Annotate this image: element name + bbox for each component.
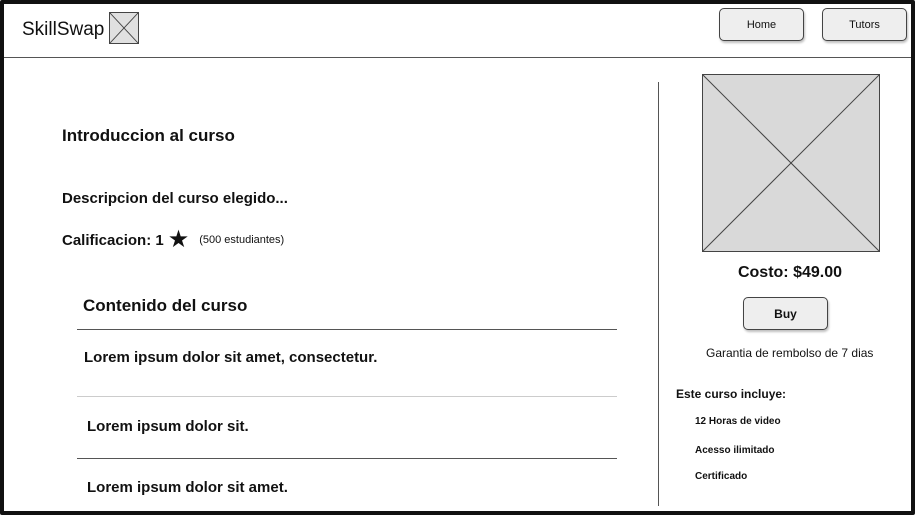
lesson-item[interactable]: Lorem ipsum dolor sit.: [87, 418, 249, 435]
include-item: Acesso ilimitado: [695, 445, 775, 456]
lesson-item[interactable]: Lorem ipsum dolor sit amet.: [87, 479, 288, 496]
buy-button[interactable]: Buy: [743, 297, 828, 330]
top-navbar: SkillSwap Home Tutors: [4, 4, 911, 58]
rating-label: Calificacion: 1: [62, 231, 164, 249]
refund-guarantee: Garantia de rembolso de 7 dias: [706, 346, 874, 360]
course-description: Descripcion del curso elegido...: [62, 190, 288, 207]
student-count: (500 estudiantes): [199, 234, 285, 246]
divider: [77, 396, 617, 397]
course-image-placeholder: [702, 74, 880, 252]
includes-title: Este curso incluye:: [676, 387, 787, 401]
logo-image-placeholder: [109, 12, 139, 44]
sidebar-divider: [658, 82, 659, 506]
tutors-button[interactable]: Tutors: [822, 8, 907, 41]
lesson-item[interactable]: Lorem ipsum dolor sit amet, consectetur.: [84, 349, 377, 366]
home-button[interactable]: Home: [719, 8, 804, 41]
content-title: Contenido del curso: [83, 296, 248, 315]
course-title: Introduccion al curso: [62, 126, 235, 145]
course-price: Costo: $49.00: [737, 264, 843, 281]
star-icon: ★: [167, 226, 190, 253]
include-item: 12 Horas de video: [695, 416, 781, 427]
app-logo-text: SkillSwap: [22, 19, 105, 40]
divider: [77, 458, 617, 459]
rating-row: Calificacion: 1 ★ (500 estudiantes): [62, 228, 284, 252]
divider: [77, 329, 617, 330]
include-item: Certificado: [695, 471, 748, 482]
